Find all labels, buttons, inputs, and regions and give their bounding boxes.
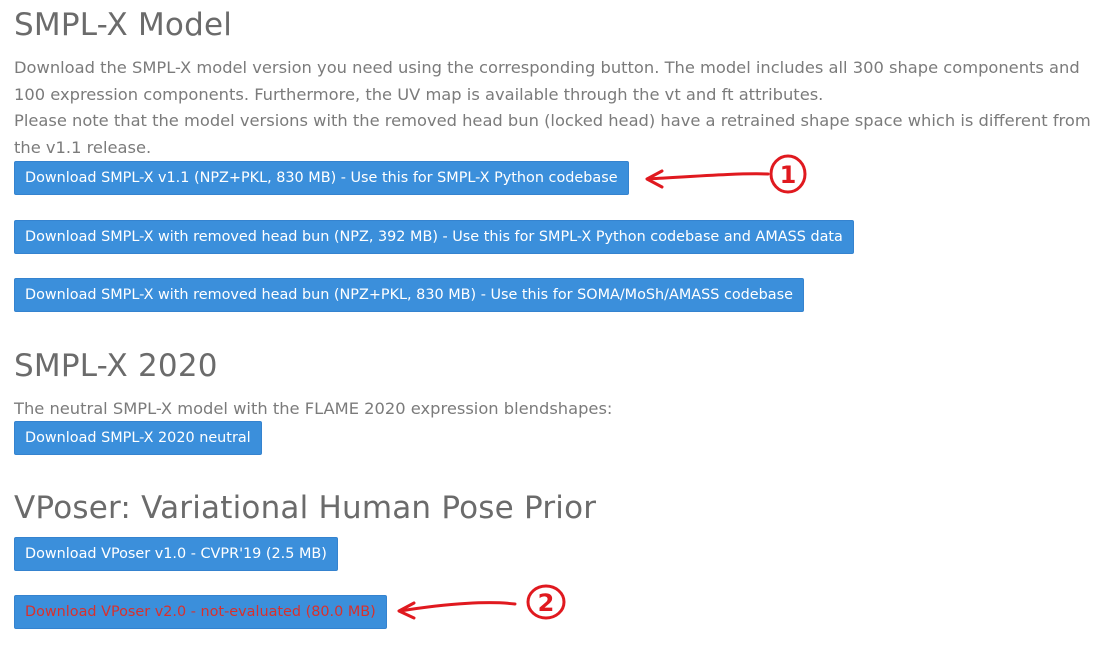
smplx-2020-heading: SMPL-X 2020: [14, 348, 218, 384]
vposer-heading: VPoser: Variational Human Pose Prior: [14, 490, 597, 526]
marker-2-label: 2: [538, 589, 555, 617]
smplx-2020-description: The neutral SMPL-X model with the FLAME …: [14, 399, 613, 418]
annotation-arrow-1: [645, 169, 770, 189]
description-line: Download the SMPL-X model version you ne…: [14, 58, 1080, 77]
download-smplx-v1-1-button[interactable]: Download SMPL-X v1.1 (NPZ+PKL, 830 MB) -…: [14, 161, 629, 195]
annotation-arrow-2: [397, 601, 517, 620]
description-line: the v1.1 release.: [14, 137, 152, 157]
download-smplx-2020-neutral-button[interactable]: Download SMPL-X 2020 neutral: [14, 421, 262, 455]
marker-1-label: 1: [780, 161, 797, 189]
download-vposer-v2-button[interactable]: Download VPoser v2.0 - not-evaluated (80…: [14, 595, 387, 629]
description-line: Please note that the model versions with…: [14, 111, 1091, 130]
download-smplx-headbun-npz-button[interactable]: Download SMPL-X with removed head bun (N…: [14, 220, 854, 254]
smplx-description: Download the SMPL-X model version you ne…: [14, 55, 1104, 161]
annotation-marker-1: 1: [769, 154, 807, 194]
download-vposer-v1-button[interactable]: Download VPoser v1.0 - CVPR'19 (2.5 MB): [14, 537, 338, 571]
download-smplx-headbun-npz-pkl-button[interactable]: Download SMPL-X with removed head bun (N…: [14, 278, 804, 312]
annotation-marker-2: 2: [526, 584, 566, 620]
smplx-model-heading: SMPL-X Model: [14, 7, 233, 43]
description-line: 100 expression components. Furthermore, …: [14, 84, 824, 104]
